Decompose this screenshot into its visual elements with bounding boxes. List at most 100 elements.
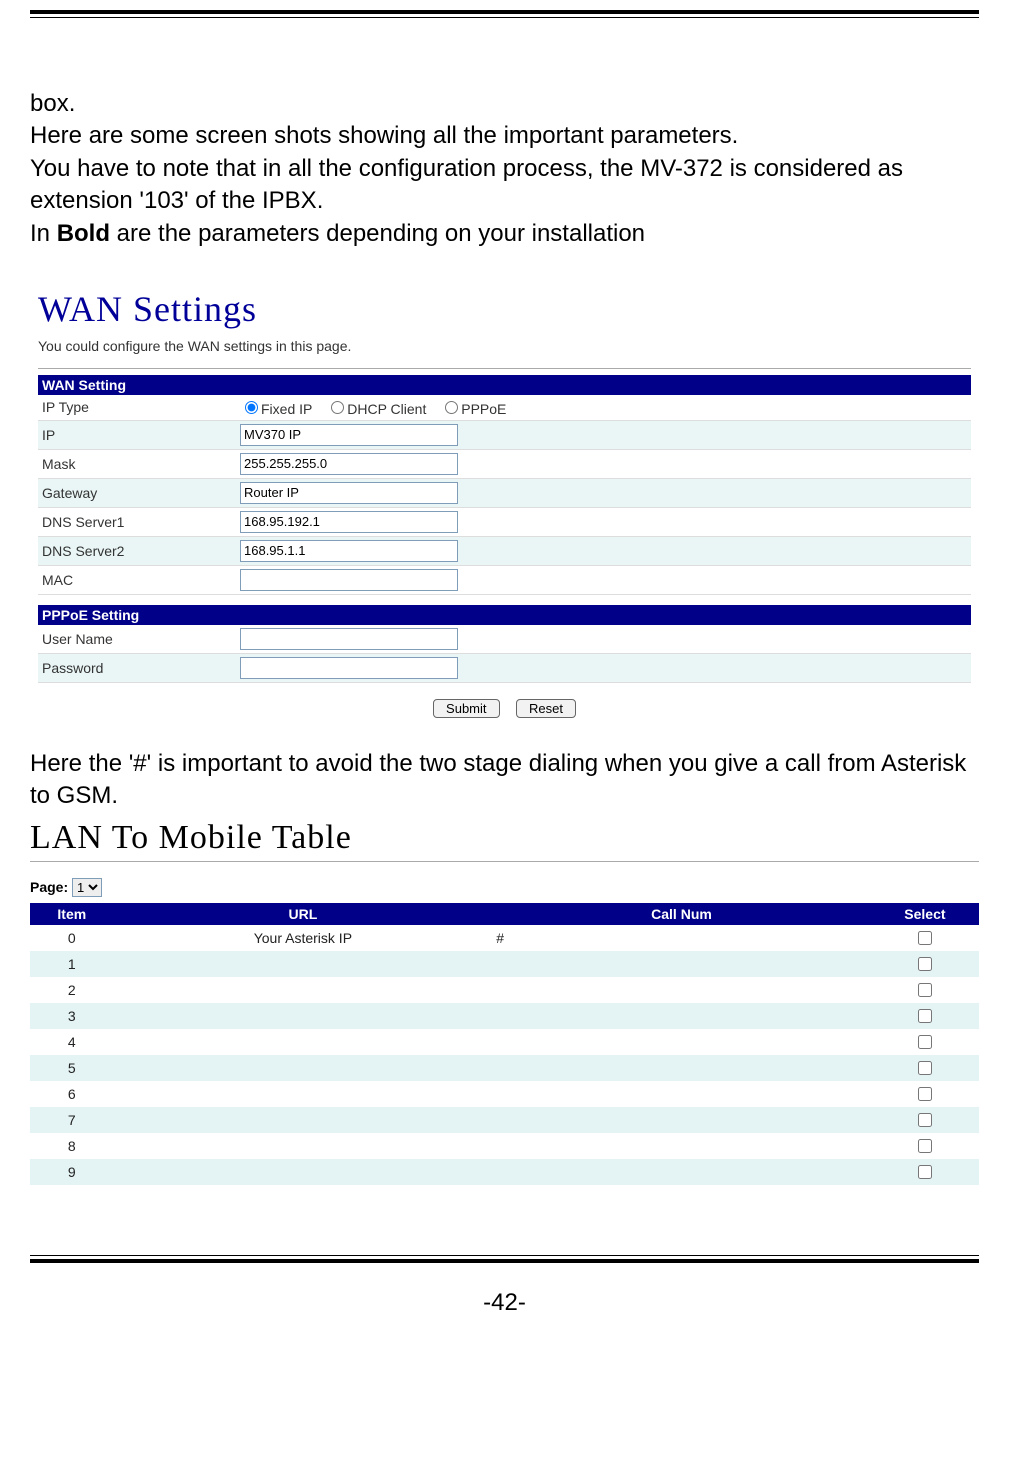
cell-url xyxy=(114,1003,493,1029)
intro-line4-pre: In xyxy=(30,220,57,247)
table-row: 7 xyxy=(30,1107,979,1133)
ip-type-radios: Fixed IP DHCP Client PPPoE xyxy=(236,395,971,421)
cell-item: 1 xyxy=(30,951,114,977)
cell-item: 9 xyxy=(30,1159,114,1185)
password-input[interactable] xyxy=(240,657,458,679)
lan-title: LAN To Mobile Table xyxy=(30,819,979,857)
label-mac: MAC xyxy=(38,565,236,594)
radio-pppoe[interactable]: PPPoE xyxy=(440,401,506,417)
wan-form-table: IP Type Fixed IP DHCP Client PPPoE IP Ma… xyxy=(38,395,971,595)
page-selector-row: Page: 1 xyxy=(30,868,979,903)
gateway-input[interactable] xyxy=(240,482,458,504)
table-row: 0Your Asterisk IP# xyxy=(30,925,979,951)
radio-pppoe-input[interactable] xyxy=(445,401,458,414)
label-username: User Name xyxy=(38,625,236,654)
intro-line2: Here are some screen shots showing all t… xyxy=(30,120,979,152)
cell-select xyxy=(871,977,979,1003)
table-row: 9 xyxy=(30,1159,979,1185)
cell-select xyxy=(871,925,979,951)
radio-fixed-ip-input[interactable] xyxy=(245,401,258,414)
cell-call-num xyxy=(492,1159,871,1185)
intro-line4-post: are the parameters depending on your ins… xyxy=(110,220,645,247)
label-dns1: DNS Server1 xyxy=(38,507,236,536)
cell-item: 7 xyxy=(30,1107,114,1133)
radio-dhcp-input[interactable] xyxy=(331,401,344,414)
cell-call-num xyxy=(492,1003,871,1029)
lan-mobile-table: Item URL Call Num Select 0Your Asterisk … xyxy=(30,903,979,1185)
cell-select xyxy=(871,1133,979,1159)
table-row: 4 xyxy=(30,1029,979,1055)
cell-call-num xyxy=(492,1107,871,1133)
row-checkbox[interactable] xyxy=(918,1139,932,1153)
lan-divider xyxy=(30,861,979,862)
cell-call-num xyxy=(492,977,871,1003)
cell-url xyxy=(114,1107,493,1133)
cell-url xyxy=(114,1029,493,1055)
cell-url xyxy=(114,977,493,1003)
cell-select xyxy=(871,1055,979,1081)
table-row: 5 xyxy=(30,1055,979,1081)
cell-call-num xyxy=(492,1029,871,1055)
mask-input[interactable] xyxy=(240,453,458,475)
page-select[interactable]: 1 xyxy=(72,878,102,897)
cell-item: 8 xyxy=(30,1133,114,1159)
reset-button[interactable]: Reset xyxy=(516,699,576,718)
row-checkbox[interactable] xyxy=(918,1035,932,1049)
wan-settings-screenshot: WAN Settings You could configure the WAN… xyxy=(30,280,979,726)
radio-dhcp-label: DHCP Client xyxy=(347,401,426,417)
lan-table-screenshot: LAN To Mobile Table Page: 1 Item URL Cal… xyxy=(30,819,979,1185)
cell-select xyxy=(871,1107,979,1133)
intro-line3: You have to note that in all the configu… xyxy=(30,153,979,218)
mac-input[interactable] xyxy=(240,569,458,591)
dns2-input[interactable] xyxy=(240,540,458,562)
dns1-input[interactable] xyxy=(240,511,458,533)
intro-line4-bold: Bold xyxy=(57,220,110,247)
cell-url xyxy=(114,1133,493,1159)
table-row: 2 xyxy=(30,977,979,1003)
table-row: 3 xyxy=(30,1003,979,1029)
cell-url xyxy=(114,1055,493,1081)
label-password: Password xyxy=(38,653,236,682)
pppoe-setting-header: PPPoE Setting xyxy=(38,605,971,625)
row-checkbox[interactable] xyxy=(918,983,932,997)
wan-subtitle: You could configure the WAN settings in … xyxy=(38,338,971,354)
label-ip: IP xyxy=(38,420,236,449)
row-checkbox[interactable] xyxy=(918,1087,932,1101)
page-number: -42- xyxy=(30,1289,979,1337)
submit-button[interactable]: Submit xyxy=(433,699,499,718)
th-select: Select xyxy=(871,903,979,925)
radio-fixed-ip[interactable]: Fixed IP xyxy=(240,401,312,417)
radio-fixed-ip-label: Fixed IP xyxy=(261,401,312,417)
table-row: 6 xyxy=(30,1081,979,1107)
label-mask: Mask xyxy=(38,449,236,478)
cell-item: 2 xyxy=(30,977,114,1003)
page-label: Page: xyxy=(30,879,68,895)
cell-item: 4 xyxy=(30,1029,114,1055)
cell-select xyxy=(871,1029,979,1055)
radio-dhcp[interactable]: DHCP Client xyxy=(326,401,426,417)
label-gateway: Gateway xyxy=(38,478,236,507)
intro-line4: In Bold are the parameters depending on … xyxy=(30,218,979,250)
cell-url: Your Asterisk IP xyxy=(114,925,493,951)
row-checkbox[interactable] xyxy=(918,1165,932,1179)
wan-setting-header: WAN Setting xyxy=(38,375,971,395)
wan-divider xyxy=(38,368,971,369)
cell-item: 6 xyxy=(30,1081,114,1107)
intro-line1: box. xyxy=(30,88,979,120)
label-ip-type: IP Type xyxy=(38,395,236,421)
table-row: 8 xyxy=(30,1133,979,1159)
row-checkbox[interactable] xyxy=(918,1009,932,1023)
row-checkbox[interactable] xyxy=(918,1113,932,1127)
row-checkbox[interactable] xyxy=(918,1061,932,1075)
username-input[interactable] xyxy=(240,628,458,650)
row-checkbox[interactable] xyxy=(918,957,932,971)
th-call: Call Num xyxy=(492,903,871,925)
cell-call-num xyxy=(492,951,871,977)
ip-input[interactable] xyxy=(240,424,458,446)
row-checkbox[interactable] xyxy=(918,931,932,945)
cell-url xyxy=(114,951,493,977)
cell-call-num xyxy=(492,1055,871,1081)
top-rule xyxy=(30,10,979,18)
pppoe-form-table: User Name Password xyxy=(38,625,971,683)
cell-select xyxy=(871,1003,979,1029)
